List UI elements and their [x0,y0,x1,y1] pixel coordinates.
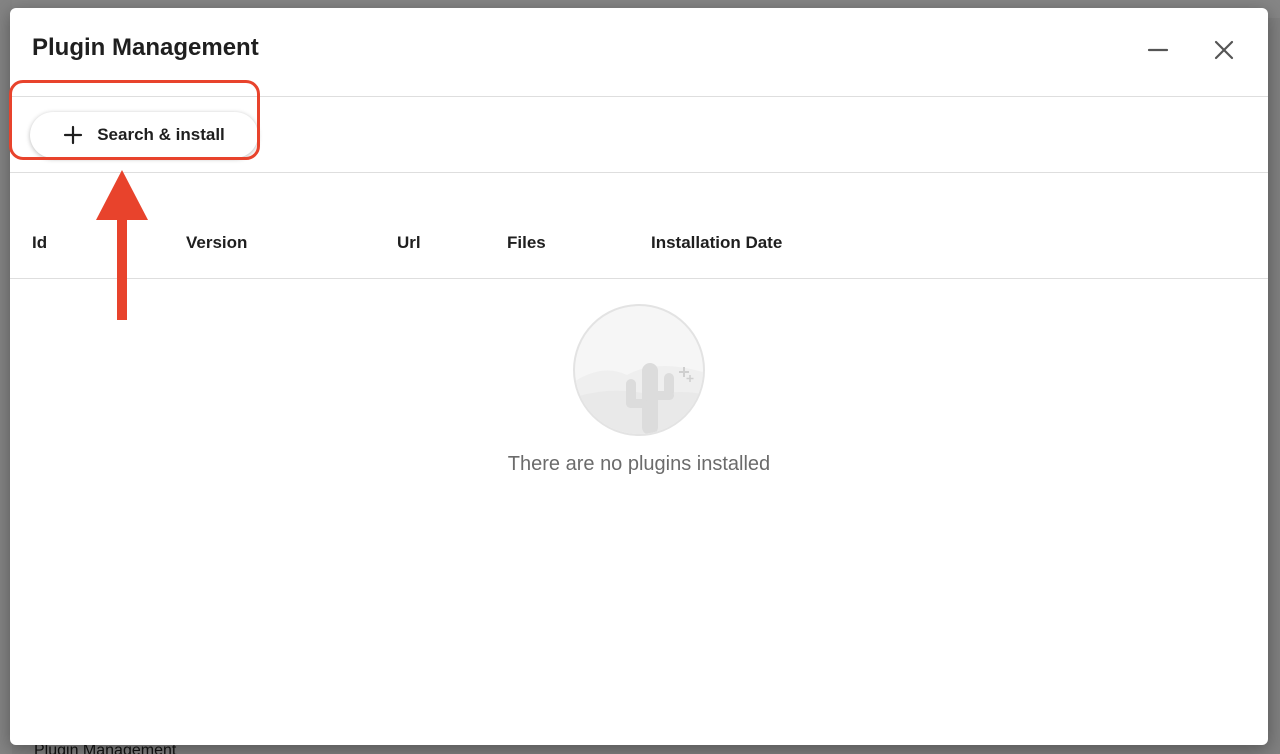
column-header-id: Id [32,233,48,252]
empty-state-message: There are no plugins installed [507,453,771,475]
arrow-up-annotation-icon [96,170,148,320]
highlight-annotation [9,80,260,160]
column-header-url: Url [397,233,421,252]
close-icon [1214,40,1234,60]
minimize-icon [1147,48,1169,52]
column-header-version: Version [186,233,248,252]
column-header-files: Files [507,233,546,252]
column-header-installation-date: Installation Date [651,233,783,252]
empty-state: There are no plugins installed [10,298,1268,498]
minimize-button[interactable] [1142,34,1174,66]
plugins-table-header: Id Version Url Files Installation Date [10,173,1268,279]
cactus-desert-icon [573,304,705,436]
dialog-title: Plugin Management [32,34,259,61]
close-button[interactable] [1208,34,1240,66]
